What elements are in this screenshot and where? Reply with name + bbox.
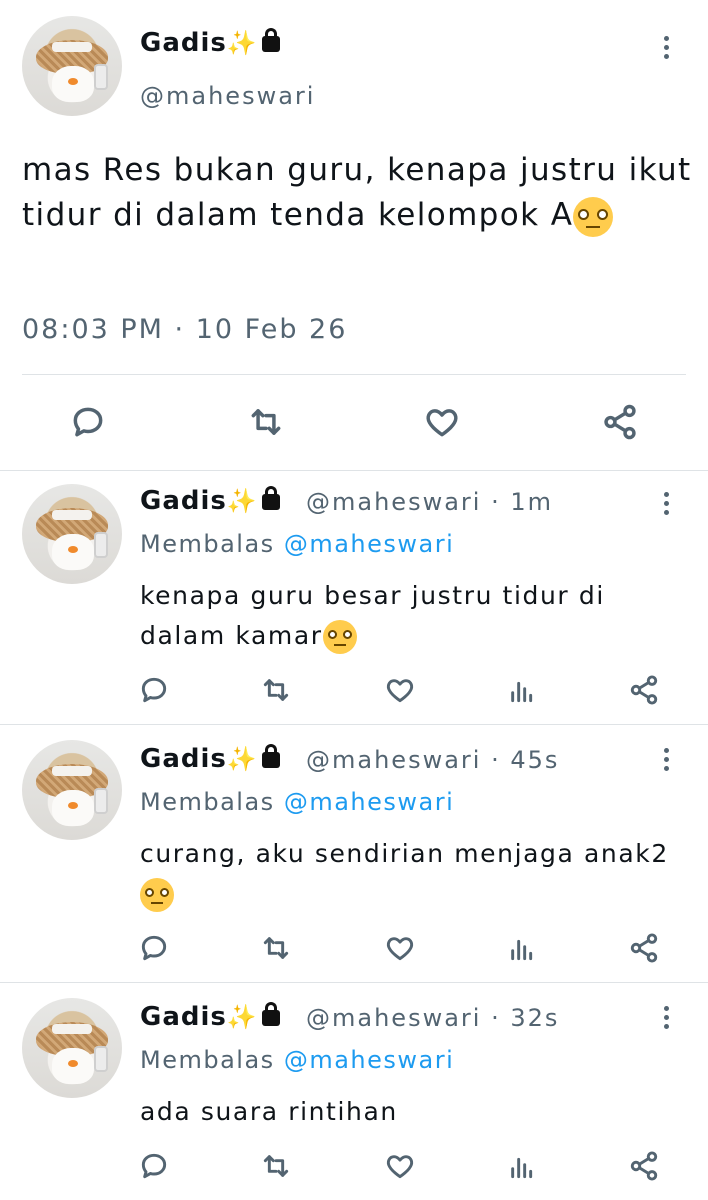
divider [0,470,708,471]
handle-and-time[interactable]: @maheswari · 32s [306,1004,559,1032]
display-name[interactable]: Gadis✨ [140,485,280,516]
sparkles-icon: ✨ [226,487,258,515]
reply-icon [141,677,167,703]
reply-button[interactable] [66,400,110,444]
more-icon[interactable] [664,748,670,774]
reply-time: · 32s [491,1004,560,1032]
analytics-button[interactable] [504,672,540,708]
reply-button[interactable] [136,672,172,708]
lock-icon [261,1001,280,1026]
retweet-button[interactable] [258,1148,294,1184]
share-button[interactable] [626,672,662,708]
reply-icon [141,935,167,961]
share-icon [630,1151,658,1181]
more-icon[interactable] [664,492,670,518]
retweet-icon [263,937,289,959]
rolling-eyes-emoji-icon [140,878,174,912]
lock-icon [261,27,280,52]
reply-icon [73,407,103,437]
share-icon [604,404,636,440]
reply-text-body: curang, aku sendirian menjaga anak2 [140,839,669,868]
avatar[interactable] [22,740,122,840]
display-name-text: Gadis [140,28,227,58]
display-name-text: Gadis [140,486,227,516]
sparkles-icon: ✨ [226,745,258,773]
avatar[interactable] [22,998,122,1098]
avatar[interactable] [22,484,122,584]
sparkles-icon: ✨ [226,29,258,57]
rolling-eyes-emoji-icon [573,196,614,237]
replying-to: Membalas @maheswari [140,530,454,558]
display-name-text: Gadis [140,744,227,774]
reply-time: · 1m [491,488,553,516]
handle[interactable]: @maheswari [140,82,315,110]
divider [22,374,686,375]
mention-link[interactable]: @maheswari [284,788,454,816]
rolling-eyes-emoji-icon [322,620,357,654]
share-button[interactable] [626,1148,662,1184]
reply-time: · 45s [491,746,560,774]
analytics-icon [511,681,533,703]
reply-text-body: ada suara rintihan [140,1097,398,1126]
retweet-icon [263,679,289,701]
divider [0,724,708,725]
lock-icon [261,485,280,510]
lock-icon [261,743,280,768]
reply-icon [141,1153,167,1179]
reply-button[interactable] [136,1148,172,1184]
tweet-text: mas Res bukan guru, kenapa justru ikut t… [22,148,692,238]
reply-text-body: kenapa guru besar justru tidur di dalam … [140,581,605,650]
display-name[interactable]: Gadis✨ [140,27,280,58]
retweet-button[interactable] [258,672,294,708]
share-button[interactable] [626,930,662,966]
replying-to-label: Membalas [140,788,275,816]
display-name-text: Gadis [140,1002,227,1032]
like-button[interactable] [382,930,418,966]
replying-to-label: Membalas [140,530,275,558]
retweet-button[interactable] [244,400,288,444]
replying-to-label: Membalas [140,1046,275,1074]
divider [0,982,708,983]
display-name[interactable]: Gadis✨ [140,743,280,774]
like-icon [386,679,414,703]
analytics-icon [511,939,533,961]
sparkles-icon: ✨ [226,1003,258,1031]
retweet-icon [263,1155,289,1177]
handle-and-time[interactable]: @maheswari · 1m [306,488,553,516]
like-icon [386,1155,414,1179]
handle: @maheswari [306,488,482,516]
reply-text: ada suara rintihan [140,1092,680,1132]
reply-text: curang, aku sendirian menjaga anak2 [140,834,680,914]
like-icon [386,937,414,961]
retweet-icon [251,409,281,435]
analytics-button[interactable] [504,1148,540,1184]
handle: @maheswari [306,1004,482,1032]
more-icon[interactable] [664,1006,670,1032]
tweet-timestamp[interactable]: 08:03 PM · 10 Feb 26 [22,314,347,345]
share-icon [630,675,658,705]
more-icon[interactable] [664,36,670,62]
handle-and-time[interactable]: @maheswari · 45s [306,746,559,774]
like-button[interactable] [382,672,418,708]
mention-link[interactable]: @maheswari [284,1046,454,1074]
replying-to: Membalas @maheswari [140,788,454,816]
share-button[interactable] [598,400,642,444]
analytics-icon [511,1157,533,1179]
like-button[interactable] [382,1148,418,1184]
reply-button[interactable] [136,930,172,966]
replying-to: Membalas @maheswari [140,1046,454,1074]
display-name[interactable]: Gadis✨ [140,1001,280,1032]
handle: @maheswari [306,746,482,774]
like-icon [426,409,458,437]
avatar[interactable] [22,16,122,116]
analytics-button[interactable] [504,930,540,966]
share-icon [630,933,658,963]
reply-text: kenapa guru besar justru tidur di dalam … [140,576,680,656]
retweet-button[interactable] [258,930,294,966]
like-button[interactable] [420,400,464,444]
mention-link[interactable]: @maheswari [284,530,454,558]
